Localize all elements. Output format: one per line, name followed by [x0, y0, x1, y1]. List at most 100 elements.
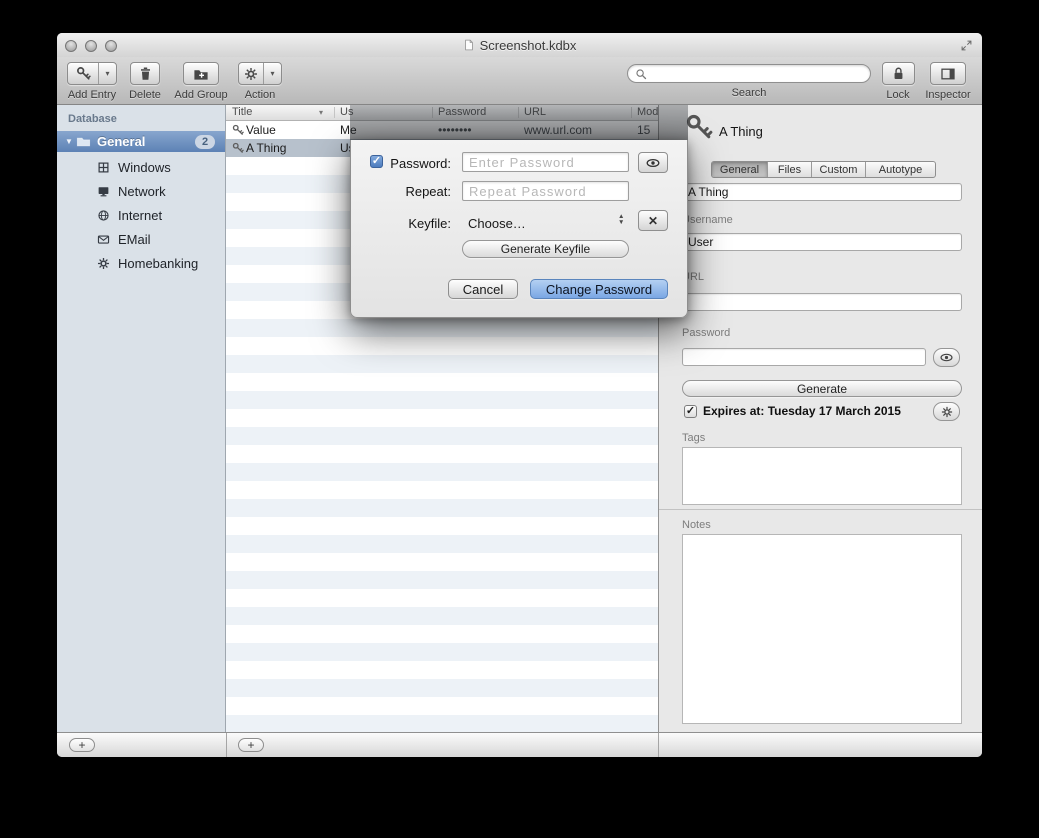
plus-icon: +: [247, 739, 254, 751]
add-group-label: Add Group: [169, 89, 233, 101]
popup-stepper-icon[interactable]: ▲ ▼: [618, 214, 624, 226]
search-label: Search: [627, 87, 871, 99]
column-divider[interactable]: [334, 107, 335, 118]
column-header-title[interactable]: Title: [232, 106, 252, 118]
bottom-bar: + +: [57, 732, 982, 757]
title-field[interactable]: [682, 183, 962, 201]
eye-icon: [645, 155, 661, 171]
password-field[interactable]: [682, 348, 926, 366]
key-icon: [232, 124, 244, 136]
clear-keyfile-button[interactable]: ✕: [638, 210, 668, 231]
lock-icon: [891, 66, 906, 81]
expires-options-button[interactable]: [933, 402, 960, 421]
show-password-button[interactable]: [933, 348, 960, 367]
gear-icon: [941, 406, 953, 418]
tab-label: Custom: [820, 164, 858, 176]
add-group-button[interactable]: [183, 62, 219, 85]
generate-keyfile-button[interactable]: Generate Keyfile: [462, 240, 629, 258]
dialog-repeat-input[interactable]: [462, 181, 629, 201]
password-label: Password: [682, 327, 730, 339]
fullscreen-icon[interactable]: [960, 39, 973, 52]
stepper-down-icon: ▼: [618, 220, 624, 226]
title-group: Screenshot.kdbx: [57, 33, 982, 57]
titlebar[interactable]: Screenshot.kdbx: [57, 33, 982, 57]
toolbar: ▾ Add Entry Delete Add Group ▾: [57, 57, 982, 105]
sidebar: Database ▼ General 2 Windows Network: [57, 105, 226, 732]
generate-label: Generate: [797, 382, 847, 396]
gear-icon: [244, 67, 258, 81]
inspector-tabs: General Files Custom Autotype: [711, 161, 936, 178]
window-title: Screenshot.kdbx: [480, 38, 577, 53]
lock-label: Lock: [877, 89, 919, 101]
sidebar-item-network[interactable]: Network: [57, 179, 225, 203]
tab-autotype[interactable]: Autotype: [866, 162, 935, 177]
lock-button[interactable]: [882, 62, 915, 85]
tab-label: General: [720, 164, 759, 176]
generate-password-button[interactable]: Generate: [682, 380, 962, 397]
delete-toolbar-item: Delete: [123, 62, 167, 101]
add-entry-button[interactable]: ▾: [67, 62, 117, 85]
keyfile-popup[interactable]: Choose…: [468, 216, 526, 231]
sidebar-item-label: Internet: [118, 208, 162, 223]
trash-icon: [138, 66, 153, 81]
add-entry-plus-button[interactable]: +: [238, 738, 264, 752]
desktop-background: Screenshot.kdbx ▾ Add Entry Delete: [0, 0, 1039, 838]
tags-field[interactable]: [682, 447, 962, 505]
gear-icon: [97, 257, 110, 270]
sidebar-item-email[interactable]: EMail: [57, 227, 225, 251]
expires-label: Expires at: Tuesday 17 March 2015: [703, 404, 901, 418]
inspector-entry-title: A Thing: [719, 124, 763, 139]
windows-icon: [97, 161, 110, 174]
sidebar-item-label: Homebanking: [118, 256, 198, 271]
inspector-button[interactable]: [930, 62, 966, 85]
globe-icon: [97, 209, 110, 222]
chevron-down-icon[interactable]: ▾: [263, 63, 281, 84]
change-password-button[interactable]: Change Password: [530, 279, 668, 299]
dialog-password-label: Password:: [390, 156, 451, 171]
check-icon: ✓: [372, 156, 381, 167]
username-field[interactable]: [682, 233, 962, 251]
cancel-label: Cancel: [463, 282, 503, 297]
show-password-button[interactable]: [638, 152, 668, 173]
cell-title: Value: [246, 123, 276, 137]
inspector-panel-icon: [940, 66, 956, 82]
delete-label: Delete: [123, 89, 167, 101]
disclosure-triangle-icon[interactable]: ▼: [65, 137, 75, 146]
action-toolbar-item: ▾ Action: [237, 62, 283, 101]
folder-icon: [76, 134, 91, 149]
tab-label: Files: [778, 164, 801, 176]
tab-custom[interactable]: Custom: [812, 162, 866, 177]
notes-field[interactable]: [682, 534, 962, 724]
generate-keyfile-label: Generate Keyfile: [501, 242, 590, 256]
sidebar-item-homebanking[interactable]: Homebanking: [57, 251, 225, 275]
sidebar-item-label: EMail: [118, 232, 151, 247]
search-input[interactable]: [651, 66, 863, 81]
delete-button[interactable]: [130, 62, 160, 85]
tab-files[interactable]: Files: [768, 162, 812, 177]
chevron-down-icon[interactable]: ▾: [98, 63, 116, 84]
inspector-label: Inspector: [919, 89, 977, 101]
tab-general[interactable]: General: [712, 162, 768, 177]
search-field[interactable]: [627, 64, 871, 83]
inspector-divider: [659, 509, 982, 510]
cancel-button[interactable]: Cancel: [448, 279, 518, 299]
inspector-panel: A Thing General Files Custom Autotype Us…: [658, 105, 982, 732]
username-label: Username: [682, 214, 733, 226]
key-icon: [685, 113, 713, 141]
change-password-dialog: ✓ Password: Repeat: Keyfile: Choose… ▲ ▼…: [350, 140, 688, 318]
lock-toolbar-item: Lock: [877, 62, 919, 101]
action-button[interactable]: ▾: [238, 62, 282, 85]
sidebar-item-internet[interactable]: Internet: [57, 203, 225, 227]
dialog-password-input[interactable]: [462, 152, 629, 172]
url-field[interactable]: [682, 293, 962, 311]
password-checkbox[interactable]: ✓: [370, 155, 383, 168]
dialog-repeat-label: Repeat:: [405, 184, 451, 199]
add-entry-toolbar-item: ▾ Add Entry: [63, 62, 121, 101]
expires-checkbox[interactable]: ✓: [684, 405, 697, 418]
key-icon: [232, 142, 244, 154]
sidebar-item-windows[interactable]: Windows: [57, 155, 225, 179]
group-label: General: [97, 134, 195, 149]
sidebar-group-general[interactable]: ▼ General 2: [57, 131, 225, 152]
dialog-keyfile-label: Keyfile:: [408, 216, 451, 231]
add-group-plus-button[interactable]: +: [69, 738, 95, 752]
